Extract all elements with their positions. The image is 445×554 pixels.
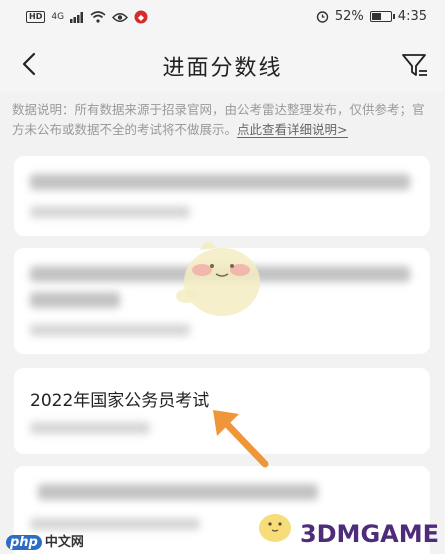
battery-icon: [369, 11, 395, 22]
notice-text: 数据说明：所有数据来源于招录官网，由公考雷达整理发布，仅供参考；官方未公布或数据…: [12, 102, 425, 137]
page-title: 进面分数线: [162, 56, 283, 81]
blurred-subtitle: [30, 422, 150, 434]
signal-icon: [70, 11, 84, 23]
svg-text:◆: ◆: [138, 13, 145, 22]
blurred-subtitle: [30, 324, 190, 336]
eye-icon: [112, 12, 129, 22]
status-left: HD 4G ◆: [26, 10, 148, 24]
php-logo-mark: php: [6, 535, 42, 550]
nav-bar: 进面分数线: [0, 36, 445, 92]
data-notice: 数据说明：所有数据来源于招录官网，由公考雷达整理发布，仅供参考；官方未公布或数据…: [12, 100, 434, 140]
wifi-icon: [90, 11, 106, 23]
exam-card[interactable]: [14, 156, 430, 236]
app-notification-icon: ◆: [134, 10, 148, 24]
php-logo-text: 中文网: [44, 535, 84, 550]
exam-card-title: 2022年国家公务员考试: [30, 391, 210, 411]
blurred-title-line2: [30, 292, 120, 308]
battery-level: [371, 13, 381, 20]
status-right: 52% 4:35: [316, 9, 427, 24]
blurred-subtitle: [30, 206, 190, 218]
mascot-small-watermark-icon: [259, 514, 291, 542]
php-watermark: php 中文网: [6, 531, 84, 550]
3dmgame-watermark: 3DMGAME: [299, 520, 439, 548]
battery-percent: 52%: [334, 9, 364, 24]
arrow-pointer-icon: [213, 410, 269, 468]
blurred-title: [38, 484, 318, 500]
network-indicator: 4G: [51, 12, 65, 22]
blurred-title: [30, 174, 410, 190]
status-bar: HD 4G ◆ 52% 4:35: [0, 0, 445, 36]
blurred-subtitle: [30, 518, 200, 530]
hd-badge: HD: [26, 11, 46, 23]
notice-detail-link[interactable]: 点此查看详细说明>: [237, 122, 348, 138]
filter-icon: [402, 54, 427, 76]
filter-button[interactable]: [399, 49, 431, 81]
mascot-watermark-icon: [176, 241, 260, 316]
alarm-icon: [316, 11, 329, 23]
clock: 4:35: [397, 9, 427, 24]
